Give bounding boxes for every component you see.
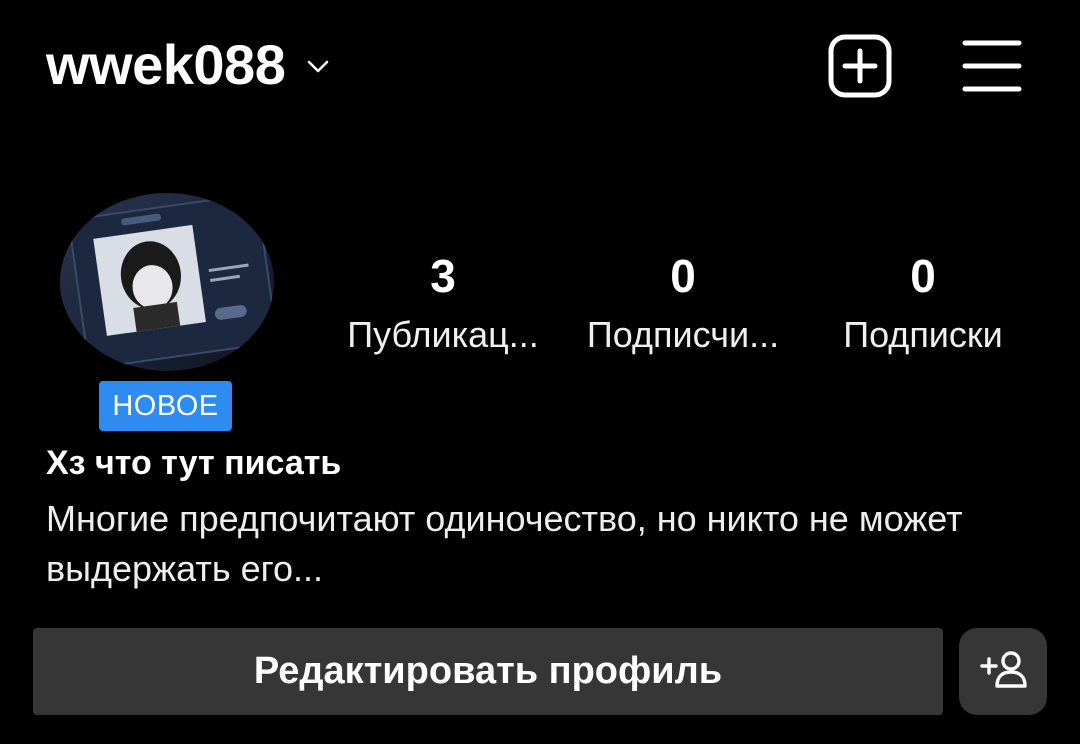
new-badge[interactable]: НОВОЕ bbox=[99, 381, 232, 431]
discover-people-button[interactable] bbox=[959, 628, 1047, 715]
stat-posts[interactable]: 3 Публикац... bbox=[338, 250, 548, 356]
hamburger-menu-icon bbox=[962, 40, 1022, 98]
chevron-down-icon bbox=[307, 60, 329, 79]
stat-following[interactable]: 0 Подписки bbox=[826, 250, 1020, 356]
profile-header: wwek088 bbox=[46, 28, 1022, 104]
profile-page: wwek088 НОВОЕ 3 Публикац... 0 Подписчи..… bbox=[0, 0, 1080, 744]
bio-text: Многие предпочитают одиночество, но никт… bbox=[46, 498, 963, 589]
following-label: Подписки bbox=[843, 314, 1003, 355]
username: wwek088 bbox=[46, 33, 286, 96]
profile-name: Хз что тут писать bbox=[46, 444, 342, 482]
menu-button[interactable] bbox=[962, 38, 1022, 99]
posts-count: 3 bbox=[430, 250, 456, 302]
stat-followers[interactable]: 0 Подписчи... bbox=[575, 250, 791, 356]
followers-label: Подписчи... bbox=[586, 314, 780, 355]
create-button[interactable] bbox=[828, 34, 892, 103]
posts-label: Публикац... bbox=[347, 314, 539, 355]
following-count: 0 bbox=[910, 250, 936, 302]
edit-profile-button[interactable]: Редактировать профиль bbox=[33, 628, 943, 715]
followers-count: 0 bbox=[670, 250, 696, 302]
account-switcher[interactable]: wwek088 bbox=[46, 30, 329, 100]
plus-square-icon bbox=[828, 34, 892, 102]
add-person-icon bbox=[978, 649, 1028, 694]
avatar[interactable] bbox=[60, 193, 274, 371]
